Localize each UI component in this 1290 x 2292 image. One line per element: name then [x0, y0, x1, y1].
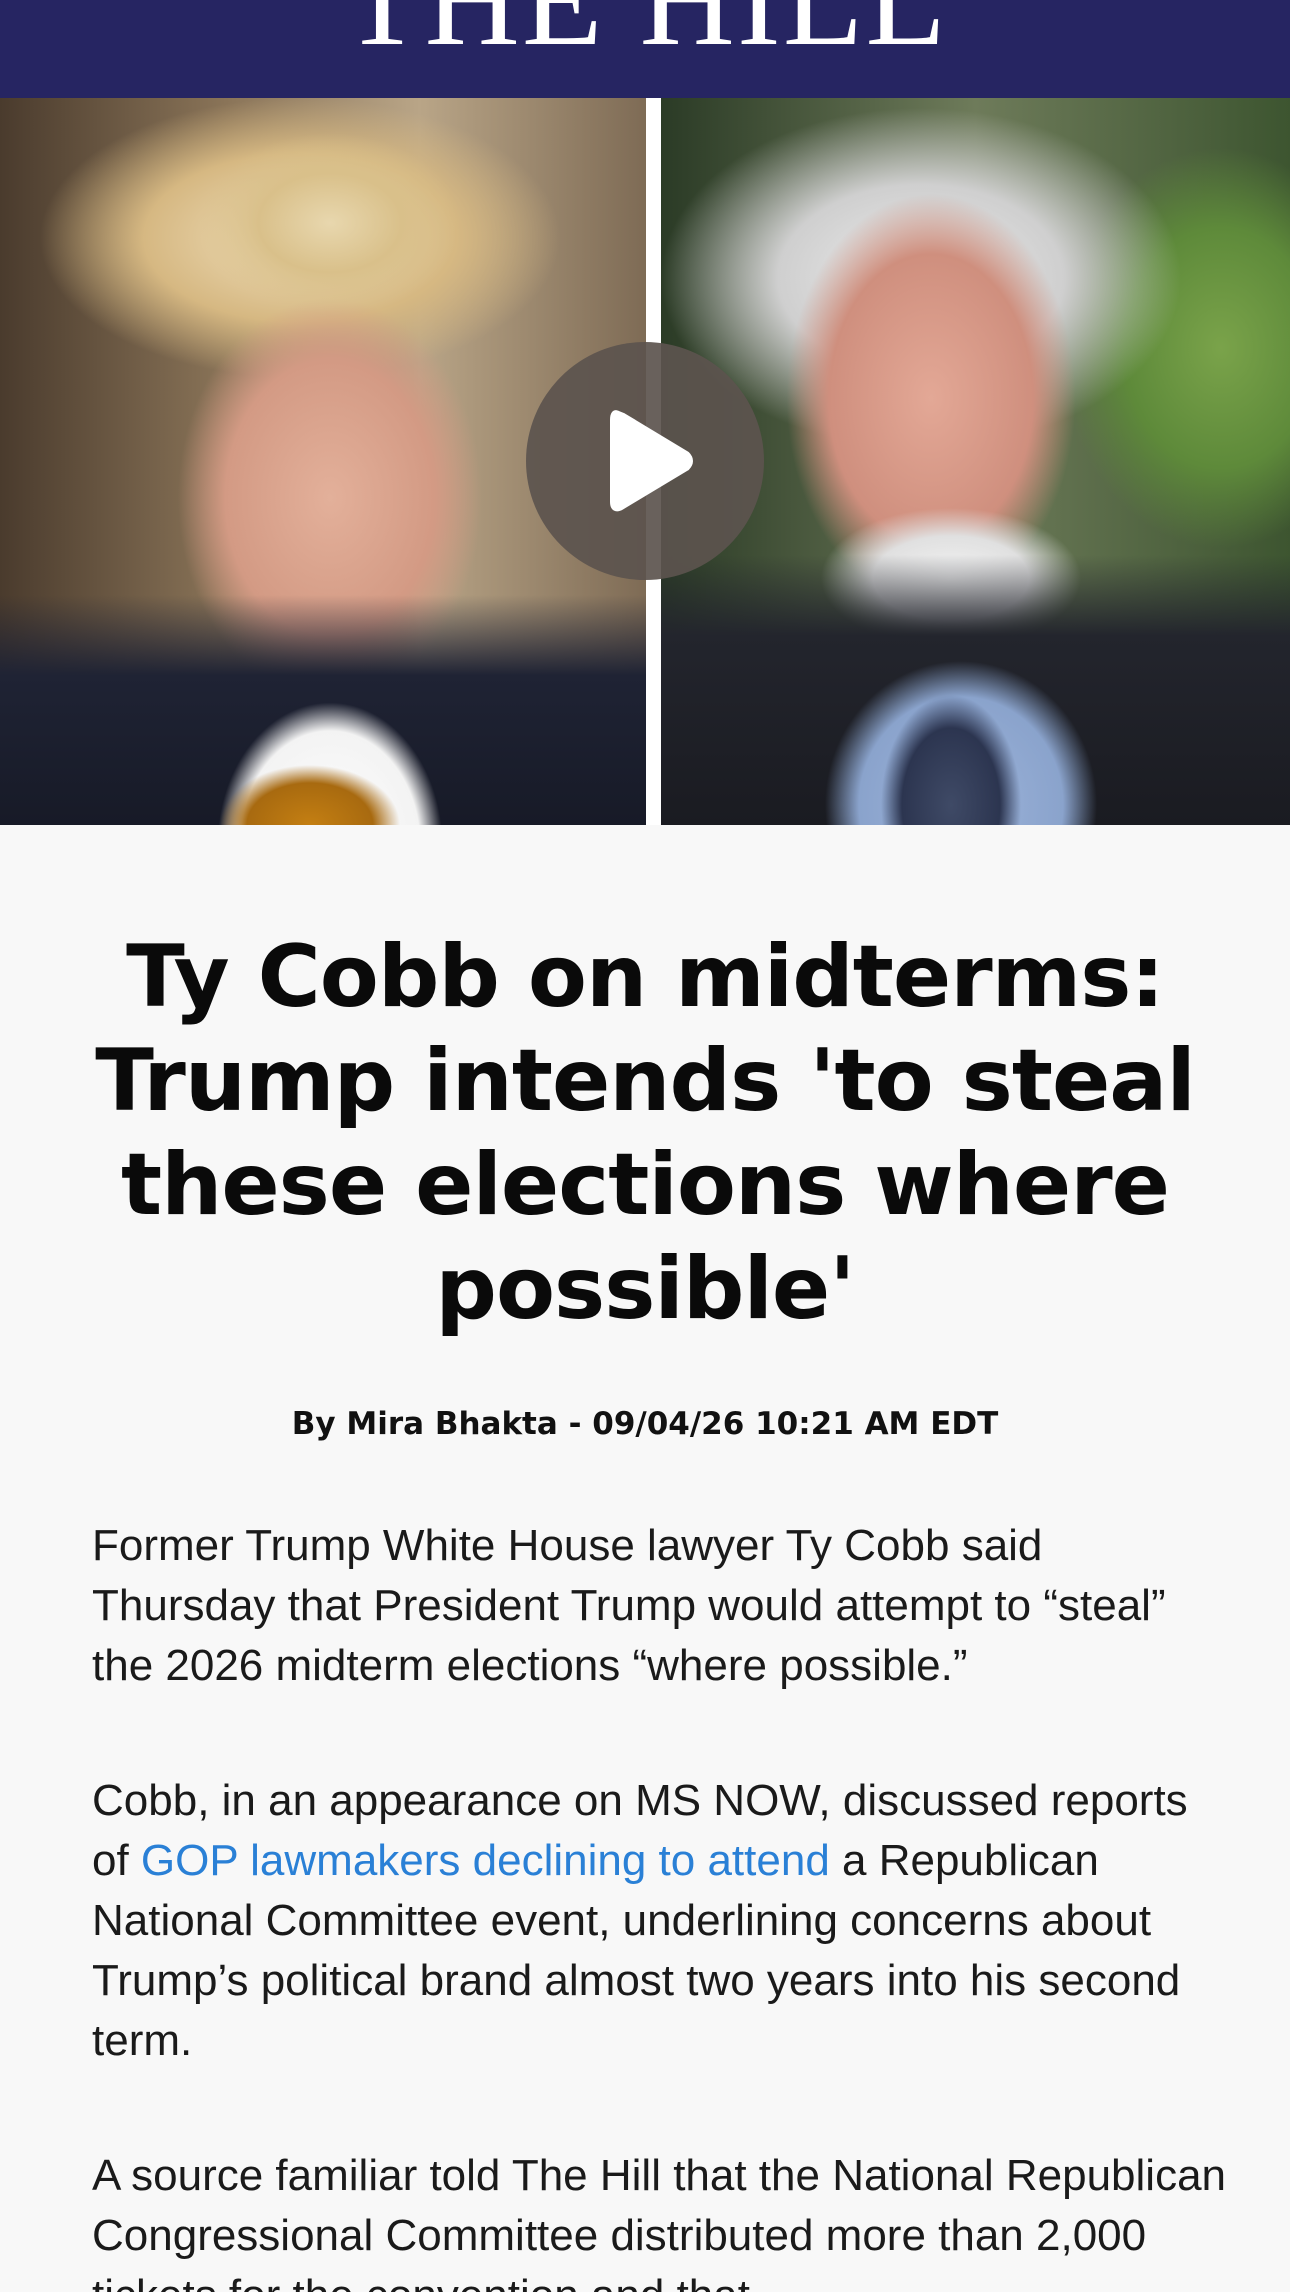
play-button[interactable]	[526, 342, 764, 580]
masthead: THE HILL	[0, 0, 1290, 98]
hero-video[interactable]	[0, 98, 1290, 825]
gop-lawmakers-link[interactable]: GOP lawmakers declining to attend	[141, 1836, 830, 1885]
article-byline: By Mira Bhakta - 09/04/26 10:21 AM EDT	[291, 1406, 999, 1442]
play-icon	[610, 410, 693, 512]
article-paragraph: Cobb, in an appearance on MS NOW, discus…	[92, 1771, 1232, 2071]
article-body: Former Trump White House lawyer Ty Cobb …	[92, 1516, 1232, 2292]
article-headline: Ty Cobb on midterms: Trump intends 'to s…	[95, 927, 1196, 1339]
article-paragraph: A source familiar told The Hill that the…	[92, 2151, 1227, 2292]
article-paragraph: Former Trump White House lawyer Ty Cobb …	[92, 1521, 1166, 1690]
site-logo[interactable]: THE HILL	[0, 0, 1290, 66]
